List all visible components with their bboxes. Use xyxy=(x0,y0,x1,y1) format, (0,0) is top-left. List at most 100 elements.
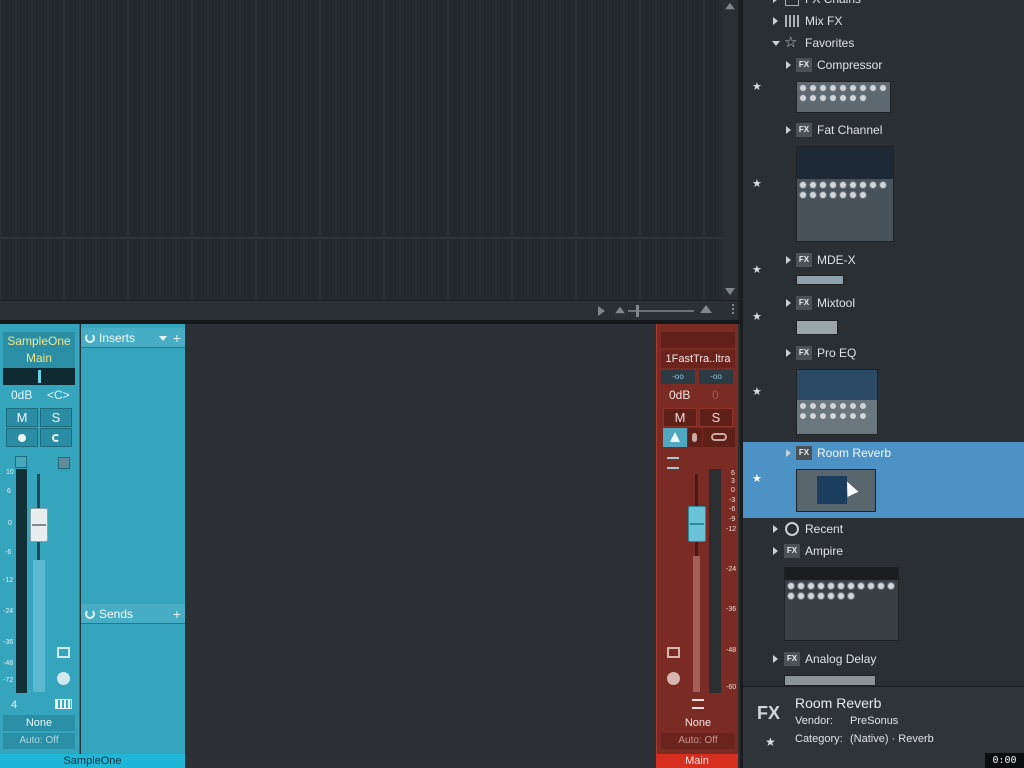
main-channel-label[interactable]: Main xyxy=(656,754,738,768)
tree-item-fx-chains[interactable]: FX Chains xyxy=(743,0,1024,10)
zoom-in-icon[interactable] xyxy=(700,305,712,313)
expand-arrow-icon[interactable] xyxy=(786,61,791,69)
monitor-button[interactable] xyxy=(40,428,72,447)
scroll-up-icon[interactable] xyxy=(725,2,735,10)
sends-header[interactable]: Sends + xyxy=(81,604,185,624)
main-volume-fader[interactable] xyxy=(688,506,706,542)
inserts-header[interactable]: Inserts + xyxy=(81,328,185,348)
expand-arrow-icon[interactable] xyxy=(786,349,791,357)
thumbnail-knobs xyxy=(797,179,893,201)
ampire-thumbnail[interactable] xyxy=(784,567,899,641)
folder-icon xyxy=(785,0,799,6)
inserts-dropdown-icon[interactable] xyxy=(159,336,167,341)
analog-delay-thumbnail[interactable] xyxy=(784,675,876,686)
collapse-arrow-icon[interactable] xyxy=(772,41,780,46)
inserts-power-icon[interactable] xyxy=(85,333,95,343)
main-layout-icon[interactable] xyxy=(667,647,680,658)
favorite-star-icon[interactable]: ★ xyxy=(752,177,762,190)
vertical-scrollbar[interactable] xyxy=(722,0,738,300)
plugin-item-fat-channel[interactable]: FX Fat Channel xyxy=(743,119,1024,141)
plugin-item-mixtool[interactable]: FX Mixtool xyxy=(743,292,1024,314)
main-output-selector[interactable]: None xyxy=(661,715,735,731)
expand-arrow-icon[interactable] xyxy=(786,126,791,134)
plugin-item-room-reverb-selected[interactable]: FX Room Reverb ★ xyxy=(743,442,1024,518)
zoom-slider-handle[interactable] xyxy=(636,305,639,317)
tree-item-recent[interactable]: Recent xyxy=(743,518,1024,540)
main-link-button[interactable] xyxy=(703,428,735,447)
add-send-icon[interactable]: + xyxy=(173,604,181,624)
tree-item-mix-fx[interactable]: Mix FX xyxy=(743,10,1024,32)
plugin-item-pro-eq[interactable]: FX Pro EQ xyxy=(743,342,1024,364)
expand-arrow-icon[interactable] xyxy=(773,547,778,555)
favorite-star-icon[interactable]: ★ xyxy=(752,310,762,323)
resize-grip-icon[interactable] xyxy=(724,304,734,314)
pan-value[interactable]: <C> xyxy=(47,388,70,402)
channel-strip-sampleone[interactable]: SampleOne Main 0dB <C> M S 10 6 0 -6 -12… xyxy=(0,324,80,754)
add-insert-icon[interactable]: + xyxy=(173,328,181,348)
output-selector[interactable]: None xyxy=(3,715,75,731)
main-expand-icon[interactable] xyxy=(667,457,679,469)
expand-arrow-icon[interactable] xyxy=(773,655,778,663)
sends-power-icon[interactable] xyxy=(85,609,95,619)
automation-mode[interactable]: Auto: Off xyxy=(3,733,75,749)
fx-icon: FX xyxy=(796,296,812,310)
main-mic-button[interactable] xyxy=(688,428,702,447)
solo-button[interactable]: S xyxy=(40,408,72,427)
scale-label: -72 xyxy=(3,677,14,684)
instrument-keyboard-icon[interactable] xyxy=(55,699,72,709)
zoom-out-icon[interactable] xyxy=(615,306,625,314)
main-insert-slot[interactable] xyxy=(661,332,735,348)
expand-arrow-icon[interactable] xyxy=(786,299,791,307)
main-mute-button[interactable]: M xyxy=(663,408,697,427)
tree-item-ampire[interactable]: FX Ampire xyxy=(743,540,1024,562)
tree-item-analog-delay[interactable]: FX Analog Delay xyxy=(743,648,1024,670)
mute-button[interactable]: M xyxy=(6,408,38,427)
info-title: Room Reverb xyxy=(795,695,882,711)
main-channel-name[interactable]: 1FastTra..ltra xyxy=(661,350,735,368)
favorite-star-icon[interactable]: ★ xyxy=(752,80,762,93)
compressor-thumbnail[interactable] xyxy=(796,81,891,113)
room-reverb-thumbnail[interactable] xyxy=(796,469,876,512)
arrange-view[interactable] xyxy=(0,0,738,320)
volume-value[interactable]: 0dB xyxy=(11,388,32,402)
expand-icon[interactable] xyxy=(58,457,70,469)
expand-arrow-icon[interactable] xyxy=(786,256,791,264)
fx-icon: FX xyxy=(796,58,812,72)
main-tuner-icon[interactable] xyxy=(692,699,704,709)
input-gain-icon[interactable] xyxy=(57,672,70,685)
main-gain-icon[interactable] xyxy=(667,672,680,685)
scroll-right-icon[interactable] xyxy=(598,306,605,316)
fat-channel-thumbnail[interactable] xyxy=(796,146,894,242)
inserts-list[interactable] xyxy=(81,349,185,603)
favorite-star-icon[interactable]: ★ xyxy=(752,472,762,485)
main-pan-value[interactable]: 0 xyxy=(712,388,719,402)
mixtool-thumbnail[interactable] xyxy=(796,320,838,335)
scroll-down-icon[interactable] xyxy=(725,288,735,295)
expand-arrow-icon[interactable] xyxy=(773,17,778,25)
plugin-item-compressor[interactable]: FX Compressor xyxy=(743,54,1024,76)
channel-strip-main[interactable]: 1FastTra..ltra -oo -oo 0dB 0 M S 6 3 0 -… xyxy=(656,324,738,754)
fx-icon: FX xyxy=(796,253,812,267)
mde-x-thumbnail[interactable] xyxy=(796,275,844,285)
favorite-star-icon[interactable]: ★ xyxy=(752,263,762,276)
main-metronome-button[interactable] xyxy=(663,428,687,447)
expand-arrow-icon[interactable] xyxy=(773,525,778,533)
favorite-star-icon[interactable]: ★ xyxy=(752,385,762,398)
tree-item-favorites[interactable]: ☆ Favorites xyxy=(743,32,1024,54)
scale-label: -24 xyxy=(3,608,14,615)
channel-name[interactable]: SampleOne Main xyxy=(3,332,75,368)
channel-label[interactable]: SampleOne xyxy=(0,754,185,768)
record-button[interactable] xyxy=(6,428,38,447)
volume-fader[interactable] xyxy=(30,508,48,542)
plugin-item-mde-x[interactable]: FX MDE-X xyxy=(743,249,1024,271)
console-empty-area xyxy=(186,324,656,768)
info-favorite-star-icon[interactable]: ★ xyxy=(765,735,776,749)
expand-arrow-icon[interactable] xyxy=(786,449,791,457)
expand-arrow-icon[interactable] xyxy=(773,0,778,3)
layout-icon[interactable] xyxy=(57,647,70,658)
main-volume-value[interactable]: 0dB xyxy=(669,388,690,402)
main-automation-mode[interactable]: Auto: Off xyxy=(661,733,735,749)
main-solo-button[interactable]: S xyxy=(699,408,733,427)
channel-color-swatch[interactable] xyxy=(15,456,27,468)
pro-eq-thumbnail[interactable] xyxy=(796,369,878,435)
